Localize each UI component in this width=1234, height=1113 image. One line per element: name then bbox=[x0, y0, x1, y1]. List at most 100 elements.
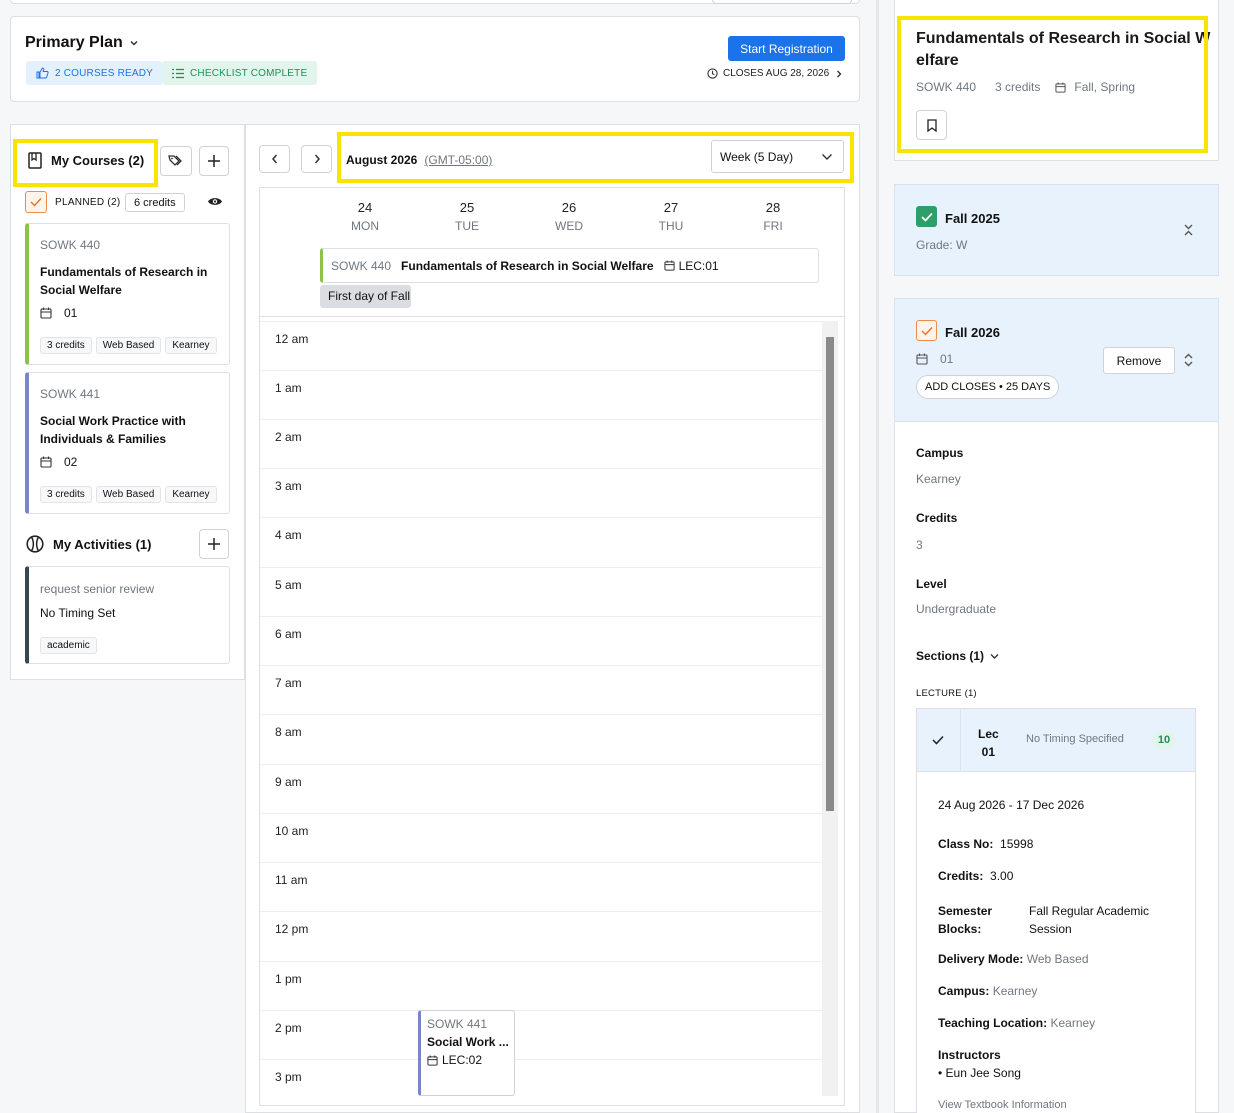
checklist-icon bbox=[172, 68, 184, 78]
tags-icon bbox=[168, 155, 182, 166]
term-section: 01 bbox=[916, 352, 953, 366]
section-timing: No Timing Specified bbox=[1026, 733, 1124, 745]
ball-icon bbox=[26, 535, 44, 553]
chevron-right-icon bbox=[837, 70, 842, 77]
day-header-tue: 25 TUE bbox=[455, 200, 479, 233]
plan-selector[interactable]: Primary Plan bbox=[25, 34, 139, 52]
hour-row: 3 pm bbox=[260, 1059, 830, 1084]
chevron-left-icon bbox=[271, 154, 277, 164]
section-lec-label: Lec 01 bbox=[978, 727, 999, 759]
hour-row: 3 am bbox=[260, 468, 830, 493]
course-card-sowk-440[interactable]: SOWK 440 Fundamentals of Research in Soc… bbox=[25, 223, 230, 365]
plus-icon bbox=[208, 538, 220, 550]
top-partial-button[interactable] bbox=[712, 0, 852, 4]
eye-icon[interactable] bbox=[207, 196, 223, 207]
highlight-course-title bbox=[897, 16, 1208, 153]
course-card-sowk-441[interactable]: SOWK 441 Social Work Practice with Indiv… bbox=[25, 372, 230, 514]
hour-row: 5 am bbox=[260, 567, 830, 592]
term-fall-2025 bbox=[894, 184, 1219, 276]
closes-link[interactable]: CLOSES AUG 28, 2026 bbox=[707, 68, 844, 79]
hour-row: 12 am bbox=[260, 321, 830, 346]
calendar-icon bbox=[40, 456, 52, 468]
level-label: Level bbox=[916, 577, 947, 591]
next-week-button[interactable] bbox=[301, 145, 332, 173]
collapse-icon[interactable] bbox=[1183, 223, 1194, 237]
activity-name: request senior review bbox=[40, 582, 155, 596]
tag-campus: Kearney bbox=[165, 486, 217, 503]
thumbs-up-icon bbox=[36, 67, 49, 79]
expand-icon[interactable] bbox=[1183, 353, 1194, 367]
scrollbar-thumb[interactable] bbox=[826, 337, 834, 811]
day-header-wed: 26 WED bbox=[555, 200, 583, 233]
prev-week-button[interactable] bbox=[259, 145, 290, 173]
term-checkbox-planned[interactable] bbox=[916, 320, 937, 341]
course-title: Social Work Practice with Individuals & … bbox=[40, 414, 186, 446]
instructor-name: • Eun Jee Song bbox=[938, 1066, 1021, 1080]
calendar-grid: 24 MON 25 TUE 26 WED 27 THU 28 FRI SOWK 440 F… bbox=[259, 187, 845, 1106]
section-campus: Campus: Kearney bbox=[938, 984, 1038, 998]
hour-row: 11 am bbox=[260, 862, 830, 887]
allday-note-event[interactable]: First day of Fall S bbox=[320, 285, 411, 308]
level-value: Undergraduate bbox=[916, 602, 997, 616]
chevron-down-icon bbox=[990, 653, 999, 659]
add-closes-badge: ADD CLOSES • 25 DAYS bbox=[916, 375, 1060, 399]
event-section: LEC:02 bbox=[427, 1051, 514, 1069]
delivery-mode: Delivery Mode: Web Based bbox=[938, 952, 1089, 966]
tag-delivery: Web Based bbox=[95, 486, 162, 503]
activity-tags: academic bbox=[40, 637, 101, 654]
day-header-mon: 24 MON bbox=[351, 200, 379, 233]
tags-button[interactable] bbox=[160, 146, 192, 176]
calendar-icon bbox=[663, 260, 675, 271]
check-icon bbox=[30, 198, 42, 207]
hour-row: 2 am bbox=[260, 419, 830, 444]
start-registration-button[interactable]: Start Registration bbox=[728, 36, 845, 61]
lecture-label: LECTURE (1) bbox=[916, 688, 977, 699]
tag-academic: academic bbox=[40, 637, 97, 654]
course-title: Fundamentals of Research in Social Welfa… bbox=[40, 265, 208, 297]
credits-total-badge: 6 credits bbox=[125, 193, 185, 212]
activity-card[interactable]: request senior review No Timing Set acad… bbox=[25, 566, 230, 664]
seats-badge: 10 bbox=[1152, 731, 1176, 749]
check-icon[interactable] bbox=[932, 735, 944, 745]
remove-button[interactable]: Remove bbox=[1103, 347, 1175, 374]
term-checkbox-completed[interactable] bbox=[916, 206, 937, 227]
highlight-my-courses bbox=[13, 139, 158, 187]
planned-checkbox[interactable] bbox=[25, 191, 47, 213]
highlight-calendar-header bbox=[337, 132, 854, 183]
tag-credits: 3 credits bbox=[40, 486, 92, 503]
check-icon bbox=[921, 326, 933, 336]
teaching-location: Teaching Location: Kearney bbox=[938, 1016, 1096, 1030]
event-section: LEC:01 bbox=[663, 259, 719, 273]
add-activity-button[interactable] bbox=[199, 529, 229, 559]
hour-row: 9 am bbox=[260, 764, 830, 789]
day-header-fri: 28 FRI bbox=[763, 200, 783, 233]
class-number: Class No: 15998 bbox=[938, 837, 1034, 851]
hour-row: 1 pm bbox=[260, 961, 830, 986]
hour-row: 10 am bbox=[260, 813, 830, 838]
section-dates: 24 Aug 2026 - 17 Dec 2026 bbox=[938, 798, 1085, 812]
calendar-scrollbar[interactable] bbox=[822, 321, 838, 1096]
sections-toggle[interactable]: Sections (1) bbox=[916, 649, 999, 663]
event-sowk-441[interactable]: SOWK 441 Social Work ... LEC:02 bbox=[418, 1010, 515, 1096]
allday-course-event[interactable]: SOWK 440 Fundamentals of Research in Soc… bbox=[320, 248, 819, 283]
courses-ready-chip[interactable]: 2 COURSES READY bbox=[26, 61, 164, 85]
add-course-button[interactable] bbox=[199, 146, 229, 176]
section-credits: Credits: 3.00 bbox=[938, 869, 1014, 883]
my-activities-header[interactable]: My Activities (1) bbox=[26, 535, 152, 553]
calendar-icon bbox=[427, 1054, 438, 1066]
course-tags: 3 credits Web Based Kearney bbox=[40, 337, 221, 354]
course-section: 02 bbox=[40, 455, 77, 469]
checklist-complete-chip[interactable]: CHECKLIST COMPLETE bbox=[162, 61, 318, 85]
course-code: SOWK 441 bbox=[40, 387, 101, 401]
plus-icon bbox=[208, 155, 220, 167]
activity-timing: No Timing Set bbox=[40, 606, 116, 620]
tag-delivery: Web Based bbox=[95, 337, 162, 354]
campus-label: Campus bbox=[916, 446, 964, 460]
clock-icon bbox=[707, 68, 718, 79]
course-tags: 3 credits Web Based Kearney bbox=[40, 486, 221, 503]
tag-campus: Kearney bbox=[165, 337, 217, 354]
hour-row: 1 am bbox=[260, 370, 830, 395]
hour-row: 7 am bbox=[260, 665, 830, 690]
calendar-icon bbox=[40, 307, 52, 319]
textbook-link[interactable]: View Textbook Information bbox=[938, 1099, 1067, 1111]
